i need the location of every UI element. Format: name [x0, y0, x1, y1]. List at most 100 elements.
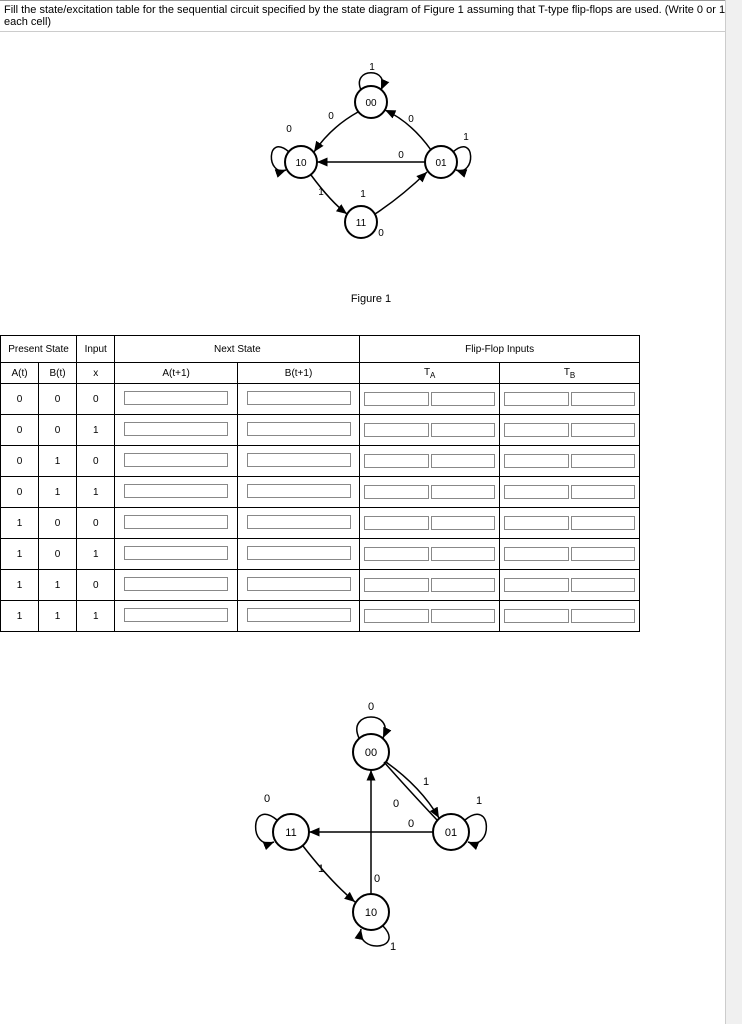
col-TB: TB — [500, 363, 640, 384]
edge-label: 0 — [408, 818, 414, 830]
edge-label: 0 — [393, 798, 399, 810]
cell-Bt: 1 — [39, 601, 77, 632]
cell-Bt1[interactable] — [237, 384, 359, 415]
scrollbar[interactable] — [725, 0, 742, 1024]
state-10: 10 — [365, 907, 377, 919]
cell-TB[interactable] — [500, 415, 640, 446]
cell-Bt: 1 — [39, 570, 77, 601]
cell-At: 1 — [1, 539, 39, 570]
col-Bt1: B(t+1) — [237, 363, 359, 384]
table-row: 101 — [1, 539, 640, 570]
edge-label: 1 — [318, 187, 324, 198]
col-flipflop-inputs: Flip-Flop Inputs — [360, 336, 640, 363]
table-row: 010 — [1, 446, 640, 477]
edge-label: 1 — [390, 941, 396, 952]
cell-At1[interactable] — [115, 384, 237, 415]
cell-Bt: 0 — [39, 415, 77, 446]
cell-TB[interactable] — [500, 384, 640, 415]
state-00: 00 — [365, 98, 377, 109]
col-next-state: Next State — [115, 336, 360, 363]
edge-label: 1 — [463, 132, 469, 143]
cell-x: 0 — [77, 384, 115, 415]
cell-At1[interactable] — [115, 570, 237, 601]
cell-At1[interactable] — [115, 508, 237, 539]
table-row: 111 — [1, 601, 640, 632]
col-x: x — [77, 363, 115, 384]
cell-Bt1[interactable] — [237, 539, 359, 570]
cell-TB[interactable] — [500, 601, 640, 632]
cell-TA[interactable] — [360, 539, 500, 570]
cell-x: 1 — [77, 601, 115, 632]
instruction-text: Fill the state/excitation table for the … — [0, 0, 742, 32]
cell-x: 0 — [77, 570, 115, 601]
cell-At: 0 — [1, 477, 39, 508]
cell-Bt: 1 — [39, 446, 77, 477]
col-At: A(t) — [1, 363, 39, 384]
cell-TB[interactable] — [500, 539, 640, 570]
state-11: 11 — [356, 218, 367, 229]
cell-TA[interactable] — [360, 384, 500, 415]
table-row: 001 — [1, 415, 640, 446]
cell-x: 1 — [77, 415, 115, 446]
state-01: 01 — [435, 158, 447, 169]
state-11: 11 — [285, 827, 296, 839]
cell-TA[interactable] — [360, 570, 500, 601]
cell-TB[interactable] — [500, 508, 640, 539]
cell-At: 0 — [1, 384, 39, 415]
table-row: 100 — [1, 508, 640, 539]
cell-Bt1[interactable] — [237, 508, 359, 539]
edge-label: 0 — [408, 114, 414, 125]
edge-label: 0 — [264, 793, 270, 805]
edge-label: 0 — [374, 873, 380, 885]
cell-TA[interactable] — [360, 477, 500, 508]
edge-label: 1 — [423, 776, 429, 788]
cell-Bt: 0 — [39, 508, 77, 539]
state-01: 01 — [445, 827, 457, 839]
cell-TA[interactable] — [360, 446, 500, 477]
table-row: 110 — [1, 570, 640, 601]
table-row: 000 — [1, 384, 640, 415]
cell-TA[interactable] — [360, 601, 500, 632]
cell-At: 0 — [1, 446, 39, 477]
col-input: Input — [77, 336, 115, 363]
cell-At: 1 — [1, 508, 39, 539]
col-At1: A(t+1) — [115, 363, 237, 384]
cell-At1[interactable] — [115, 446, 237, 477]
col-Bt: B(t) — [39, 363, 77, 384]
cell-At1[interactable] — [115, 477, 237, 508]
cell-At: 0 — [1, 415, 39, 446]
cell-TB[interactable] — [500, 446, 640, 477]
cell-Bt1[interactable] — [237, 570, 359, 601]
col-TA: TA — [360, 363, 500, 384]
cell-Bt: 1 — [39, 477, 77, 508]
cell-TA[interactable] — [360, 508, 500, 539]
cell-TA[interactable] — [360, 415, 500, 446]
cell-Bt: 0 — [39, 384, 77, 415]
figure-1-diagram: 00 10 01 11 1 0 1 0 0 0 1 1 0 Figure 1 — [0, 62, 742, 305]
edge-label: 0 — [378, 228, 384, 239]
cell-TB[interactable] — [500, 477, 640, 508]
cell-Bt1[interactable] — [237, 477, 359, 508]
cell-Bt1[interactable] — [237, 601, 359, 632]
cell-At1[interactable] — [115, 601, 237, 632]
edge-label: 0 — [368, 701, 374, 713]
state-00: 00 — [365, 747, 377, 759]
col-present-state: Present State — [1, 336, 77, 363]
edge-label: 1 — [476, 795, 482, 807]
cell-Bt1[interactable] — [237, 446, 359, 477]
edge-label: 0 — [328, 111, 334, 122]
cell-x: 0 — [77, 508, 115, 539]
state-10: 10 — [295, 158, 307, 169]
cell-x: 0 — [77, 446, 115, 477]
cell-At: 1 — [1, 570, 39, 601]
cell-TB[interactable] — [500, 570, 640, 601]
figure-2-diagram: 00 11 01 10 0 0 1 1 1 0 1 0 0 — [0, 692, 742, 955]
state-excitation-table: Present State Input Next State Flip-Flop… — [0, 335, 640, 632]
figure-1-caption: Figure 1 — [0, 293, 742, 305]
cell-At1[interactable] — [115, 539, 237, 570]
edge-label: 0 — [398, 150, 404, 161]
cell-At1[interactable] — [115, 415, 237, 446]
cell-Bt1[interactable] — [237, 415, 359, 446]
cell-x: 1 — [77, 477, 115, 508]
table-row: 011 — [1, 477, 640, 508]
